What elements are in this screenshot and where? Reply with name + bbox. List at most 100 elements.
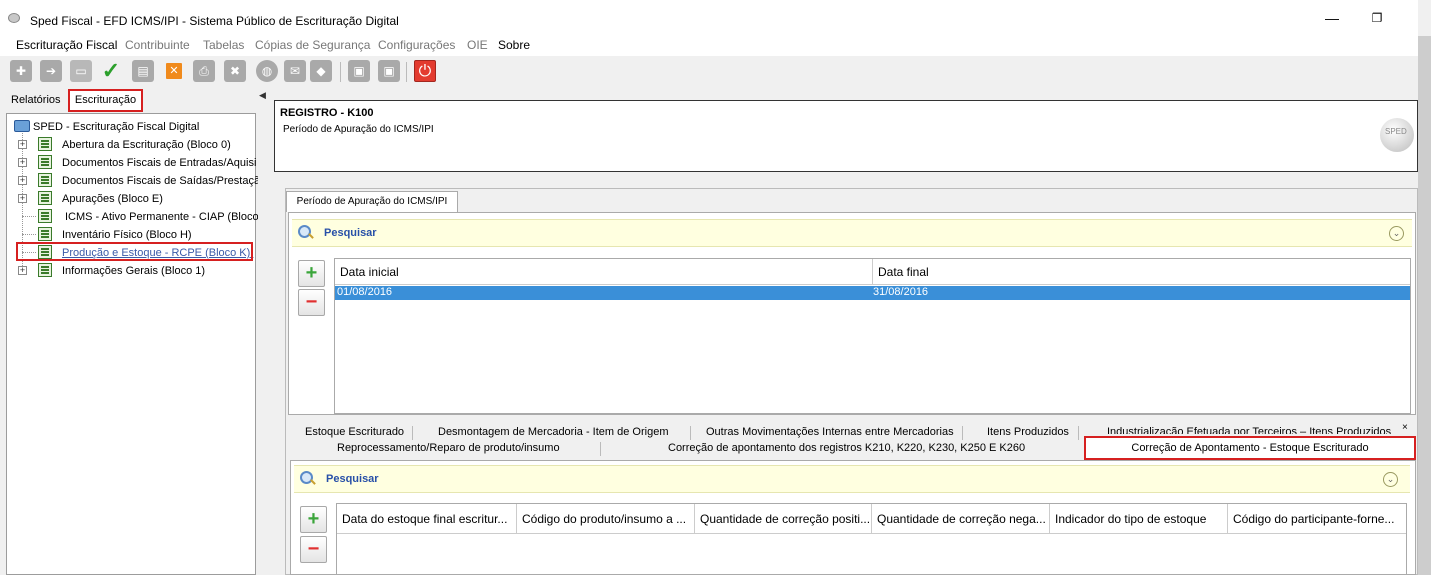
register-title: REGISTRO - K100 [280, 107, 374, 119]
power-icon[interactable]: ⏻ [414, 60, 436, 82]
tree-item-saidas[interactable]: Documentos Fiscais de Saídas/Prestaçã [62, 175, 260, 187]
print-icon[interactable]: ⎙ [193, 60, 215, 82]
register-subtitle: Período de Apuração do ICMS/IPI [283, 124, 434, 135]
tree-item-bloco-0[interactable]: Abertura da Escrituração (Bloco 0) [62, 139, 231, 151]
import-icon[interactable]: ➔ [40, 60, 62, 82]
globe-icon[interactable]: ◍ [256, 60, 278, 82]
book-icon [14, 120, 30, 132]
column-header[interactable]: Indicador do tipo de estoque [1050, 504, 1228, 534]
tree-item-bloco-1[interactable]: Informações Gerais (Bloco 1) [62, 265, 205, 277]
expand-icon[interactable]: + [18, 266, 27, 275]
search-label: Pesquisar [324, 227, 377, 239]
tree-line [22, 216, 36, 217]
search-label: Pesquisar [326, 473, 379, 485]
column-header[interactable]: Quantidade de correção positi... [695, 504, 872, 534]
scrollbar-thumb[interactable] [1418, 36, 1431, 575]
tab-escrituracao[interactable]: Escrituração [68, 89, 143, 112]
tab-correcao-k210[interactable]: Correção de apontamento dos registros K2… [668, 442, 1025, 454]
maximize-button[interactable]: ❐ [1367, 8, 1387, 28]
delete-icon[interactable]: ✕ [166, 63, 182, 79]
minimize-button[interactable]: — [1322, 8, 1342, 28]
sheet-icon [38, 173, 52, 187]
chevron-down-icon[interactable]: ⌄ [1389, 226, 1404, 241]
tab-industrializacao-terceiros[interactable]: Industrialização Efetuada por Terceiros … [1107, 426, 1391, 434]
search-icon [298, 225, 312, 239]
expand-icon[interactable]: + [18, 140, 27, 149]
sheet-icon [38, 227, 52, 241]
tree-item-ciap[interactable]: ICMS - Ativo Permanente - CIAP (Bloco [65, 211, 259, 223]
periods-grid: Data inicial Data final 01/08/2016 31/08… [334, 258, 1411, 414]
menu-tabelas[interactable]: Tabelas [203, 38, 244, 52]
expand-icon[interactable]: + [18, 158, 27, 167]
tree-item-entradas[interactable]: Documentos Fiscais de Entradas/Aquisi [62, 157, 256, 169]
chevron-down-icon[interactable]: ⌄ [1383, 472, 1398, 487]
tree-item-bloco-e[interactable]: Apurações (Bloco E) [62, 193, 163, 205]
tab-outras-movimentacoes[interactable]: Outras Movimentações Internas entre Merc… [706, 426, 954, 438]
tab-separator [1078, 426, 1079, 440]
search-bar[interactable]: Pesquisar ⌄ [294, 465, 1410, 493]
save-as-icon[interactable]: ▣ [378, 60, 400, 82]
toolbar: ✚ ➔ ▭ ✓ ▤ ✕ ⎙ ✖ ◍ ✉ ◆ ▣ ▣ ⏻ [0, 56, 1418, 88]
column-header[interactable]: Data inicial [335, 259, 873, 285]
app-icon [8, 13, 20, 23]
column-header[interactable]: Data do estoque final escritur... [337, 504, 517, 534]
tab-desmontagem[interactable]: Desmontagem de Mercadoria - Item de Orig… [438, 426, 668, 438]
remove-icon[interactable]: ✖ [224, 60, 246, 82]
save-icon[interactable]: ▣ [348, 60, 370, 82]
search-bar[interactable]: Pesquisar ⌄ [292, 219, 1412, 247]
correction-grid: Data do estoque final escritur... Código… [336, 503, 1407, 575]
menu-escrituracao-fiscal[interactable]: Escrituração Fiscal [16, 38, 117, 52]
expand-icon[interactable]: + [18, 194, 27, 203]
expand-icon[interactable]: + [18, 176, 27, 185]
remove-button[interactable]: − [300, 536, 327, 563]
sheet-icon [38, 137, 52, 151]
tab-separator [962, 426, 963, 440]
add-button[interactable]: + [298, 260, 325, 287]
open-folder-icon[interactable]: ▭ [70, 60, 92, 82]
column-header[interactable]: Quantidade de correção nega... [872, 504, 1050, 534]
sheet-icon [38, 263, 52, 277]
tab-periodo-apuracao[interactable]: Período de Apuração do ICMS/IPI [286, 191, 458, 212]
tab-itens-produzidos[interactable]: Itens Produzidos [987, 426, 1069, 438]
tab-separator [690, 426, 691, 440]
cell-data-final: 31/08/2016 [873, 286, 929, 298]
search-icon [300, 471, 314, 485]
menu-oie[interactable]: OIE [467, 38, 488, 52]
menu-contribuinte[interactable]: Contribuinte [125, 38, 190, 52]
column-header[interactable]: Código do participante-forne... [1228, 504, 1406, 534]
remove-button[interactable]: − [298, 289, 325, 316]
sped-logo-icon: SPED [1380, 118, 1414, 152]
close-icon[interactable]: × [1402, 422, 1408, 433]
tab-separator [600, 442, 601, 456]
menu-copias-de-seguranca[interactable]: Cópias de Segurança [255, 38, 370, 52]
column-header[interactable]: Código do produto/insumo a ... [517, 504, 695, 534]
add-button[interactable]: + [300, 506, 327, 533]
sheet-icon [38, 155, 52, 169]
register-header [274, 100, 1418, 172]
validate-check-icon[interactable]: ✓ [100, 60, 122, 82]
toolbar-separator [406, 62, 407, 82]
tab-estoque-escriturado[interactable]: Estoque Escriturado [305, 426, 404, 438]
tree-root[interactable]: SPED - Escrituração Fiscal Digital [33, 121, 199, 133]
tab-reprocessamento[interactable]: Reprocessamento/Reparo de produto/insumo [337, 442, 560, 454]
sheet-icon [38, 191, 52, 205]
shield-icon[interactable]: ◆ [310, 60, 332, 82]
sign-icon[interactable]: ▤ [132, 60, 154, 82]
tab-correcao-estoque-escriturado[interactable]: Correção de Apontamento - Estoque Escrit… [1084, 436, 1416, 460]
panel-splitter[interactable] [258, 88, 272, 575]
selection-highlight [16, 242, 253, 261]
tab-relatorios[interactable]: Relatórios [11, 94, 61, 106]
column-header[interactable]: Data final [873, 259, 1410, 285]
menu-configuracoes[interactable]: Configurações [378, 38, 455, 52]
table-row[interactable]: 01/08/2016 31/08/2016 [335, 286, 1410, 300]
cell-data-inicial: 01/08/2016 [337, 286, 393, 298]
tree-item-bloco-h[interactable]: Inventário Físico (Bloco H) [62, 229, 192, 241]
menu-bar: Escrituração Fiscal Contribuinte Tabelas… [0, 36, 1418, 56]
sheet-icon [38, 209, 52, 223]
tree-line [22, 234, 36, 235]
collapse-arrow-icon[interactable]: ◀ [259, 90, 266, 101]
mail-icon[interactable]: ✉ [284, 60, 306, 82]
new-file-icon[interactable]: ✚ [10, 60, 32, 82]
menu-sobre[interactable]: Sobre [498, 38, 530, 52]
toolbar-separator [340, 62, 341, 82]
